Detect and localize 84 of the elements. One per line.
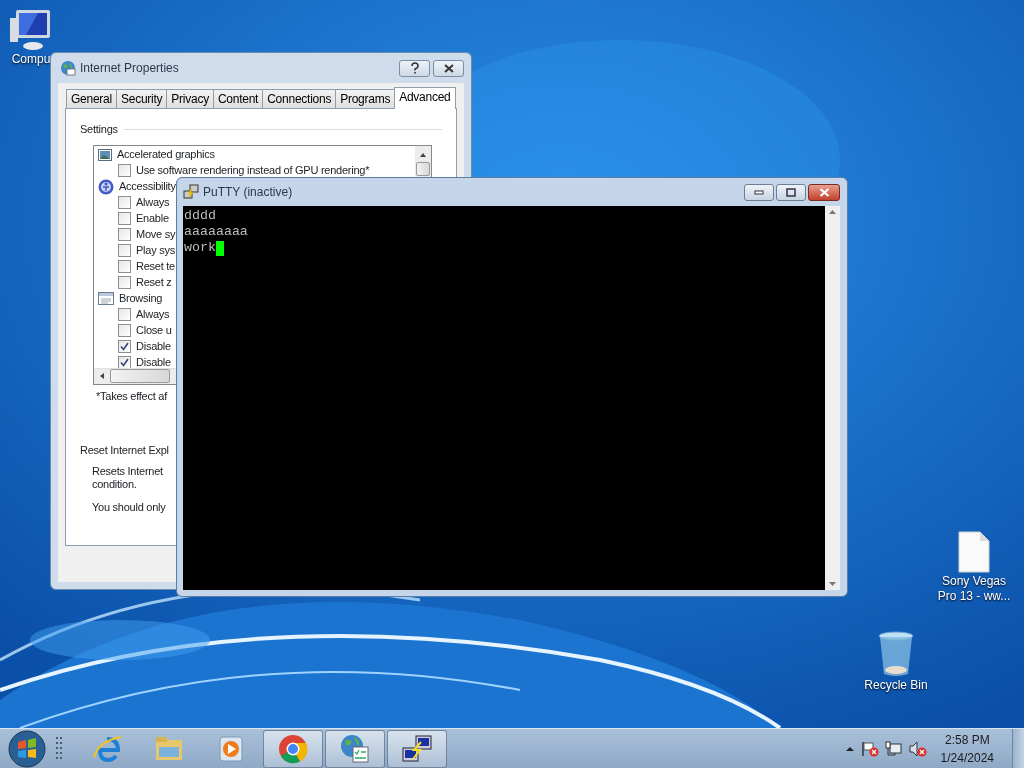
option-label: Close u [136, 323, 172, 339]
network-icon[interactable] [884, 740, 903, 757]
accessibility-icon [98, 178, 114, 195]
close-icon [443, 63, 454, 73]
option-label: Use software rendering instead of GPU rendering* [136, 163, 370, 179]
icon-label[interactable]: Compu [11, 52, 51, 67]
group-label: Settings [80, 122, 118, 137]
checkbox[interactable] [118, 324, 131, 337]
window-title: PuTTY (inactive) [203, 184, 293, 201]
close-button[interactable] [808, 183, 840, 201]
option-label: Reset te [136, 259, 175, 275]
option-label: Move sy [136, 227, 176, 243]
option-label: Reset z [136, 275, 172, 291]
maximize-button[interactable] [776, 183, 806, 201]
tab[interactable]: Connections [262, 89, 337, 108]
checkbox[interactable] [118, 308, 131, 321]
category-label: Accelerated graphics [117, 147, 215, 163]
chevron-up-icon[interactable] [844, 745, 855, 752]
taskbar-button[interactable] [325, 729, 385, 768]
terminal-icon [183, 184, 199, 200]
tab[interactable]: Advanced [394, 87, 456, 109]
checkbox[interactable] [118, 244, 131, 257]
checkbox[interactable] [118, 276, 131, 289]
checkbox[interactable] [118, 356, 131, 368]
scrollbar-thumb[interactable] [110, 369, 170, 383]
checkbox[interactable] [118, 196, 131, 209]
window-icon [98, 292, 114, 305]
tab[interactable]: Programs [335, 89, 396, 108]
scroll-left-icon [100, 373, 104, 379]
option-label: Always [136, 195, 170, 211]
note-text: *Takes effect af [96, 388, 169, 404]
checkbox[interactable] [118, 212, 131, 225]
close-icon [818, 187, 830, 197]
clock-time: 2:58 PM [944, 731, 990, 749]
icon-label[interactable]: Sony Vegas Pro 13 - ww... [934, 574, 1014, 604]
globe-icon [60, 60, 76, 76]
tab[interactable]: General [66, 89, 117, 108]
close-button[interactable] [433, 59, 464, 77]
trash-bin-icon [877, 630, 915, 678]
help-button[interactable] [399, 59, 430, 77]
section-heading: Reset Internet Expl [80, 443, 170, 458]
speaker-muted-icon[interactable] [908, 740, 927, 757]
flag-error-icon[interactable] [860, 740, 879, 757]
start-orb-icon[interactable] [8, 729, 46, 768]
terminal-line: dddd [184, 208, 216, 224]
tab[interactable]: Content [212, 89, 264, 108]
minimize-button[interactable] [744, 183, 774, 201]
show-desktop-button[interactable] [1012, 728, 1024, 768]
terminal-line: work [184, 240, 216, 256]
checkbox[interactable] [118, 260, 131, 273]
scroll-down-icon [828, 581, 837, 587]
description-text: You should only [92, 499, 167, 515]
chrome-icon [277, 732, 309, 765]
scrollbar-thumb[interactable] [416, 161, 430, 176]
checkbox[interactable] [118, 228, 131, 241]
taskbar-button[interactable] [387, 729, 447, 768]
option-label: Play sys [136, 243, 175, 259]
icon-label[interactable]: Recycle Bin [864, 678, 928, 693]
option-label: Disable [136, 339, 171, 355]
option-label: Enable [136, 211, 169, 227]
category-label: Browsing [119, 291, 163, 307]
terminal-line: aaaaaaaa [184, 224, 248, 240]
help-icon [409, 62, 420, 74]
document-icon [956, 530, 992, 574]
minimize-icon [754, 189, 764, 195]
checkbox[interactable] [118, 340, 131, 353]
grip-icon [56, 736, 64, 761]
scroll-up-icon [828, 209, 837, 215]
clock[interactable]: 2:58 PM 1/24/2024 [940, 730, 994, 767]
terminal-icon [401, 732, 433, 765]
scroll-up-icon [420, 152, 426, 157]
globe-checklist-icon [339, 732, 371, 765]
option-label: Disable [136, 355, 171, 368]
tab[interactable]: Privacy [166, 89, 214, 108]
description-text: Resets Internet condition. [92, 464, 164, 491]
clock-date: 1/24/2024 [940, 749, 994, 767]
picture-icon [98, 148, 112, 161]
window-title: Internet Properties [80, 60, 179, 77]
tab[interactable]: Security [115, 89, 168, 108]
text-cursor [215, 240, 224, 256]
option-label: Always [136, 307, 170, 323]
maximize-icon [786, 187, 796, 197]
checkbox[interactable] [118, 164, 131, 177]
category-label: Accessibility [119, 179, 176, 195]
